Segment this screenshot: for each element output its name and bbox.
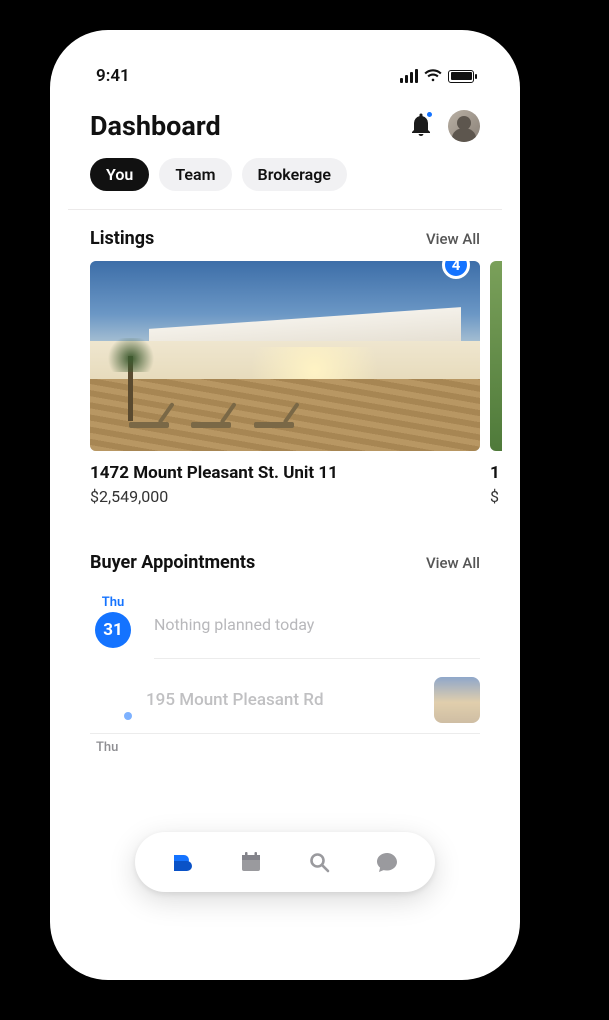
listing-image: 4 bbox=[90, 261, 480, 451]
appointment-day: Thu 31 Nothing planned today bbox=[90, 585, 480, 658]
day-of-week: Thu bbox=[90, 734, 480, 755]
header: Dashboard You Team Brokerage bbox=[68, 104, 502, 210]
appointments-view-all[interactable]: View All bbox=[426, 554, 480, 572]
day-of-week: Thu bbox=[102, 595, 125, 610]
scope-tabs: You Team Brokerage bbox=[90, 158, 480, 209]
appointments-title: Buyer Appointments bbox=[90, 552, 255, 573]
status-bar: 9:41 bbox=[68, 48, 502, 104]
calendar-icon bbox=[239, 850, 263, 874]
listing-address: 1 bbox=[490, 463, 502, 483]
battery-icon bbox=[448, 70, 474, 83]
tab-you[interactable]: You bbox=[90, 158, 149, 191]
listing-card[interactable]: 1 $ bbox=[490, 261, 502, 506]
tab-search[interactable] bbox=[299, 842, 339, 882]
listing-address: 1472 Mount Pleasant St. Unit 11 bbox=[90, 463, 480, 483]
listing-card[interactable]: 4 1472 Mount Pleasant St. Unit 11 $2,549… bbox=[90, 261, 480, 506]
listing-price: $ bbox=[490, 487, 502, 506]
listings-view-all[interactable]: View All bbox=[426, 230, 480, 248]
listings-section: Listings View All 4 1472 Mount Pleasant … bbox=[68, 210, 502, 506]
listings-title: Listings bbox=[90, 228, 154, 249]
appointment-title: 195 Mount Pleasant Rd bbox=[146, 690, 324, 710]
listing-price: $2,549,000 bbox=[90, 487, 480, 506]
status-dot-icon bbox=[124, 712, 132, 720]
appointment-thumbnail bbox=[434, 677, 480, 723]
appointments-section: Buyer Appointments View All Thu 31 Nothi… bbox=[68, 534, 502, 755]
cellular-icon bbox=[400, 69, 418, 83]
tab-bar bbox=[135, 832, 435, 892]
avatar[interactable] bbox=[448, 110, 480, 142]
date-column[interactable]: Thu 31 bbox=[90, 595, 136, 648]
tab-calendar[interactable] bbox=[231, 842, 271, 882]
empty-state-text: Nothing planned today bbox=[154, 595, 314, 634]
phone-frame: 9:41 Dashboard bbox=[50, 30, 520, 980]
screen: 9:41 Dashboard bbox=[68, 48, 502, 962]
status-icons bbox=[400, 69, 474, 83]
wifi-icon bbox=[424, 69, 442, 83]
notification-dot bbox=[425, 110, 434, 119]
tab-team[interactable]: Team bbox=[159, 158, 231, 191]
tab-home[interactable] bbox=[163, 842, 203, 882]
notifications-button[interactable] bbox=[410, 112, 432, 140]
date-chip: 31 bbox=[95, 612, 131, 648]
listings-carousel[interactable]: 4 1472 Mount Pleasant St. Unit 11 $2,549… bbox=[68, 261, 502, 506]
page-title: Dashboard bbox=[90, 110, 221, 142]
chat-icon bbox=[375, 850, 399, 874]
appointment-item[interactable]: 195 Mount Pleasant Rd bbox=[90, 659, 480, 733]
tab-brokerage[interactable]: Brokerage bbox=[242, 158, 347, 191]
listing-image bbox=[490, 261, 502, 451]
tab-chat[interactable] bbox=[367, 842, 407, 882]
app-logo-icon bbox=[170, 849, 196, 875]
search-icon bbox=[307, 850, 331, 874]
status-time: 9:41 bbox=[96, 66, 130, 86]
